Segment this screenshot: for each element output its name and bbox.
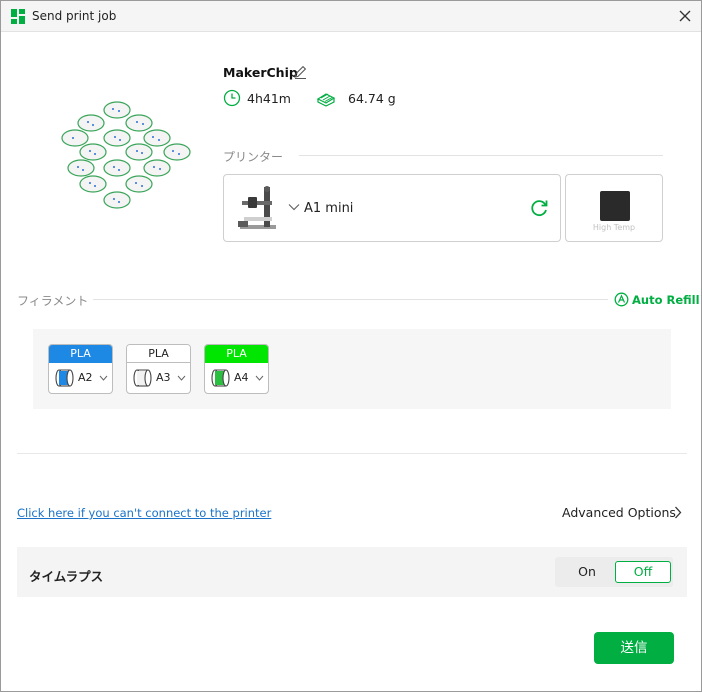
plate-image — [600, 191, 630, 221]
filament-slot-id: A3 — [156, 371, 171, 384]
pencil-icon[interactable] — [292, 64, 308, 80]
filament-weight-icon — [316, 93, 336, 107]
printer-section-label: プリンター — [223, 150, 284, 164]
window-title: Send print job — [32, 9, 117, 23]
filament-section-label: フィラメント — [17, 294, 89, 308]
chevron-down-icon — [255, 375, 264, 381]
timelapse-row: タイムラプス On Off — [17, 547, 687, 597]
bambu-logo-icon — [11, 9, 25, 24]
filament-section-divider — [93, 299, 608, 300]
printer-section-divider — [299, 155, 663, 156]
connection-help-link[interactable]: Click here if you can't connect to the p… — [17, 506, 271, 520]
plate-type-selector[interactable]: High Temp — [565, 174, 663, 242]
filament-slot-id: A2 — [78, 371, 93, 384]
section-divider — [17, 453, 687, 454]
filament-type: PLA — [127, 345, 190, 363]
spool-icon — [211, 369, 230, 387]
chevron-right-icon[interactable] — [674, 506, 682, 519]
filament-type: PLA — [49, 345, 112, 363]
auto-refill-label: Auto Refill — [632, 293, 700, 307]
title-bar: Send print job — [1, 1, 701, 32]
spool-icon — [55, 369, 74, 387]
timelapse-on-option[interactable]: On — [559, 561, 615, 583]
filament-slot-card[interactable]: PLA A2 — [48, 344, 113, 394]
chevron-down-icon — [288, 204, 300, 211]
job-name: MakerChip — [223, 65, 298, 80]
filament-type: PLA — [205, 345, 268, 363]
timelapse-toggle[interactable]: On Off — [555, 557, 673, 587]
advanced-options-button[interactable]: Advanced Options — [562, 505, 676, 520]
chevron-down-icon — [177, 375, 186, 381]
filament-slot-id: A4 — [234, 371, 249, 384]
chevron-down-icon — [99, 375, 108, 381]
plate-thumbnail — [61, 101, 191, 209]
timelapse-off-option[interactable]: Off — [615, 561, 671, 583]
print-time: 4h41m — [247, 91, 291, 106]
printer-name: A1 mini — [304, 201, 354, 216]
printer-image — [238, 186, 276, 229]
timelapse-label: タイムラプス — [29, 569, 104, 584]
send-button[interactable]: 送信 — [594, 632, 674, 664]
filament-slot-card[interactable]: PLA A4 — [204, 344, 269, 394]
refresh-icon[interactable] — [528, 197, 550, 219]
filament-mapping-panel: PLA A2 PLA A3 PLA A4 — [33, 329, 671, 409]
filament-slot-card[interactable]: PLA A3 — [126, 344, 191, 394]
close-icon[interactable] — [675, 6, 695, 26]
printer-selector[interactable]: A1 mini — [223, 174, 561, 242]
clock-icon — [223, 89, 241, 107]
spool-icon — [133, 369, 152, 387]
auto-refill-icon — [614, 292, 629, 307]
filament-weight: 64.74 g — [348, 91, 396, 106]
send-print-job-dialog: Send print job MakerChip 4h41m 64.74 g プ… — [0, 0, 702, 692]
plate-type-label: High Temp — [592, 223, 636, 232]
